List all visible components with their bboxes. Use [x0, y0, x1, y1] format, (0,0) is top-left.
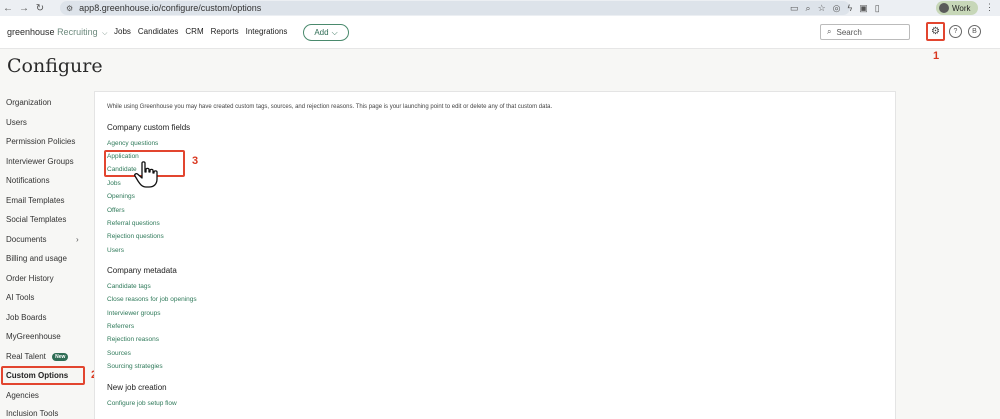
- link-offers[interactable]: Offers: [107, 207, 125, 214]
- top-nav: Jobs Candidates CRM Reports Integrations: [114, 27, 287, 36]
- link-jobs[interactable]: Jobs: [107, 180, 121, 187]
- search-placeholder: Search: [836, 27, 862, 37]
- link-openings[interactable]: Openings: [107, 193, 135, 200]
- browser-menu-icon[interactable]: ⋮: [985, 2, 994, 13]
- sidebar-item-order-history[interactable]: Order History: [6, 274, 54, 283]
- avatar: [939, 3, 949, 13]
- chevron-down-icon: ⌵: [331, 27, 338, 37]
- profile-button[interactable]: Work: [936, 1, 978, 15]
- sidebar-item-notifications[interactable]: Notifications: [6, 176, 50, 185]
- sidebar-item-label: Documents: [6, 235, 47, 244]
- back-icon[interactable]: ←: [0, 0, 16, 16]
- nav-crm[interactable]: CRM: [185, 27, 203, 36]
- sidebar-item-mygreenhouse[interactable]: MyGreenhouse: [6, 332, 61, 341]
- add-button[interactable]: Add ⌵: [303, 24, 349, 41]
- hand-pointer-icon: [134, 161, 158, 188]
- settings-gear-icon[interactable]: ⚙: [926, 22, 945, 41]
- sidebar-item-ai-tools[interactable]: AI Tools: [6, 293, 34, 302]
- help-icon[interactable]: ?: [949, 25, 962, 38]
- section-heading-custom-fields: Company custom fields: [107, 123, 191, 132]
- browser-toolbar: ← → ↻ ⚙ app8.greenhouse.io/configure/cus…: [0, 0, 1000, 16]
- lightning-icon[interactable]: ϟ: [848, 3, 853, 13]
- sidebar-item-email-templates[interactable]: Email Templates: [6, 196, 65, 205]
- sidepanel-icon[interactable]: ▯: [875, 3, 880, 14]
- sidebar-item-job-boards[interactable]: Job Boards: [6, 313, 46, 322]
- sidebar-item-agencies[interactable]: Agencies: [6, 391, 39, 400]
- link-sourcing-strategies[interactable]: Sourcing strategies: [107, 363, 163, 370]
- url-text: app8.greenhouse.io/configure/custom/opti…: [79, 3, 262, 13]
- search-icon: ⌕: [827, 27, 832, 36]
- extension-puzzle-icon[interactable]: ▣: [859, 3, 868, 14]
- forward-icon[interactable]: →: [16, 0, 32, 16]
- link-sources[interactable]: Sources: [107, 350, 131, 357]
- user-menu-icon[interactable]: B: [968, 25, 981, 38]
- link-interviewer-groups[interactable]: Interviewer groups: [107, 310, 160, 317]
- bookmark-star-icon[interactable]: ☆: [818, 3, 826, 14]
- chevron-down-icon: ⌵: [102, 30, 108, 37]
- sidebar-item-documents[interactable]: Documents ›: [6, 235, 86, 244]
- sidebar-item-users[interactable]: Users: [6, 118, 27, 127]
- reload-icon[interactable]: ↻: [32, 0, 48, 16]
- link-agency-questions[interactable]: Agency questions: [107, 140, 158, 147]
- intro-text: While using Greenhouse you may have crea…: [107, 104, 553, 110]
- zoom-icon[interactable]: ⌕: [806, 3, 811, 14]
- section-heading-metadata: Company metadata: [107, 266, 177, 275]
- link-configure-job-setup[interactable]: Configure job setup flow: [107, 400, 177, 407]
- link-rejection-reasons[interactable]: Rejection reasons: [107, 336, 159, 343]
- link-candidate-tags[interactable]: Candidate tags: [107, 283, 151, 290]
- add-label: Add: [314, 28, 329, 37]
- link-referrers[interactable]: Referrers: [107, 323, 134, 330]
- link-referral-questions[interactable]: Referral questions: [107, 220, 160, 227]
- sidebar-item-real-talent[interactable]: Real Talent New: [6, 352, 69, 361]
- callout-1: 1: [933, 50, 940, 62]
- sidebar-item-billing[interactable]: Billing and usage: [6, 254, 67, 263]
- section-heading-job-creation: New job creation: [107, 383, 167, 392]
- custom-options-card: While using Greenhouse you may have crea…: [94, 91, 896, 419]
- sidebar-item-permission-policies[interactable]: Permission Policies: [6, 137, 75, 146]
- link-close-reasons[interactable]: Close reasons for job openings: [107, 296, 197, 303]
- profile-label: Work: [952, 3, 971, 13]
- extension-icon[interactable]: ◎: [833, 3, 841, 14]
- nav-candidates[interactable]: Candidates: [138, 27, 178, 36]
- sidebar-item-label: Real Talent: [6, 352, 46, 361]
- callout-3: 3: [192, 155, 199, 167]
- search-input[interactable]: ⌕ Search: [820, 24, 910, 40]
- cast-icon[interactable]: ▭: [790, 3, 799, 14]
- logo-main: greenhouse: [7, 27, 55, 37]
- link-rejection-questions[interactable]: Rejection questions: [107, 233, 164, 240]
- app-header: greenhouse Recruiting ⌵ Jobs Candidates …: [0, 16, 1000, 49]
- link-users[interactable]: Users: [107, 247, 124, 254]
- page-title: Configure: [7, 55, 103, 77]
- sidebar-item-organization[interactable]: Organization: [6, 98, 51, 107]
- sidebar-item-interviewer-groups[interactable]: Interviewer Groups: [6, 157, 74, 166]
- new-badge: New: [52, 352, 69, 361]
- site-info-icon[interactable]: ⚙: [66, 4, 73, 13]
- greenhouse-logo[interactable]: greenhouse Recruiting ⌵: [7, 27, 107, 38]
- logo-sub: Recruiting: [57, 27, 98, 37]
- chevron-right-icon: ›: [76, 235, 79, 244]
- nav-reports[interactable]: Reports: [211, 27, 239, 36]
- address-bar[interactable]: ⚙ app8.greenhouse.io/configure/custom/op…: [60, 1, 850, 15]
- sidebar-item-custom-options[interactable]: Custom Options: [6, 371, 68, 380]
- nav-integrations[interactable]: Integrations: [246, 27, 288, 36]
- sidebar-item-social-templates[interactable]: Social Templates: [6, 215, 66, 224]
- sidebar-item-inclusion-tools[interactable]: Inclusion Tools: [6, 409, 58, 418]
- browser-actions: ▭ ⌕ ☆ ◎ ϟ ▣ ▯: [790, 0, 880, 16]
- nav-jobs[interactable]: Jobs: [114, 27, 131, 36]
